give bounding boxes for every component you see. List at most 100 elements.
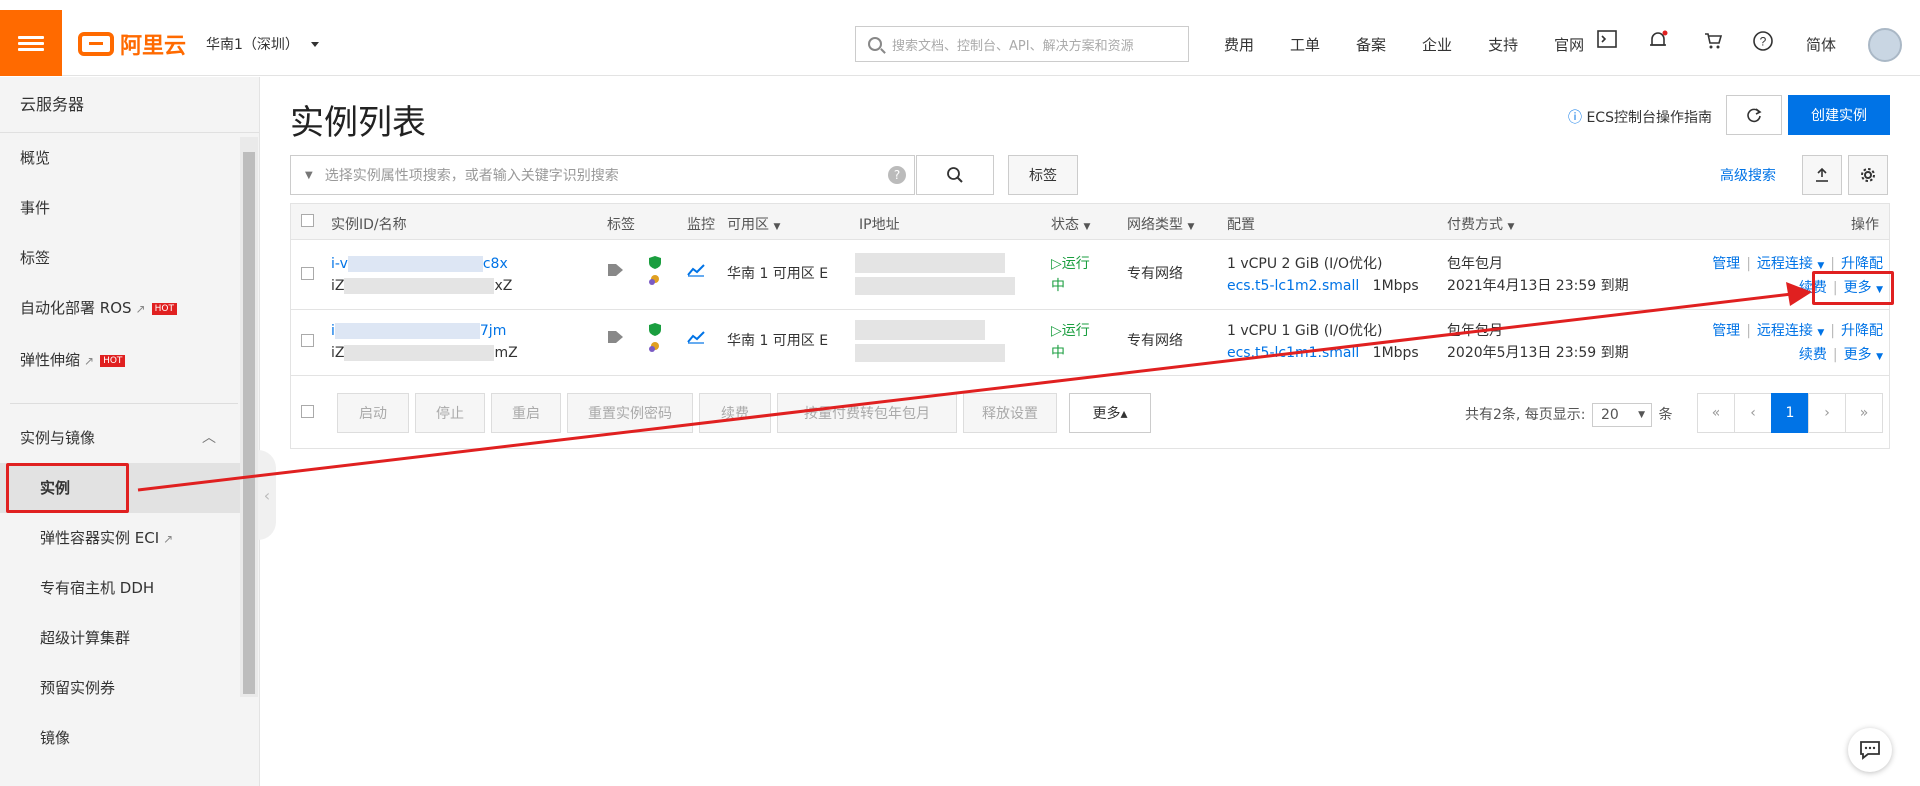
col-status[interactable]: 状态 ▼	[1051, 214, 1090, 234]
col-billing[interactable]: 付费方式 ▼	[1447, 214, 1514, 234]
resize-link[interactable]: 升降配	[1841, 256, 1883, 272]
security-shield-icon[interactable]	[647, 322, 663, 358]
stop-button[interactable]: 停止	[415, 393, 485, 433]
sidebar-divider	[10, 403, 238, 404]
sidebar-item-eci[interactable]: 弹性容器实例 ECI ↗	[0, 513, 240, 563]
billing-cell: 包年包月 2020年5月13日 23:59 到期	[1447, 320, 1629, 364]
instance-type-link[interactable]: ecs.t5-lc1m1.small	[1227, 345, 1359, 361]
nav-icp[interactable]: 备案	[1356, 34, 1386, 55]
renew-link[interactable]: 续费	[1799, 347, 1827, 363]
cart-icon[interactable]	[1700, 30, 1726, 56]
security-shield-icon[interactable]	[647, 255, 663, 291]
sidebar-item-ros[interactable]: 自动化部署 ROS ↗ HOT	[0, 283, 240, 333]
select-all-checkbox[interactable]	[301, 214, 314, 227]
col-zone[interactable]: 可用区 ▼	[727, 214, 780, 234]
sidebar-group-label: 实例与镜像	[20, 429, 96, 447]
convert-billing-button[interactable]: 按量付费转包年包月	[777, 393, 957, 433]
more-actions-dropdown[interactable]: 更多 ▼	[1844, 347, 1883, 363]
terminal-icon[interactable]	[1594, 30, 1620, 56]
zone-value: 华南 1 可用区 E	[727, 333, 829, 349]
page-title: 实例列表	[290, 103, 426, 143]
language-switch[interactable]: 简体	[1806, 34, 1836, 55]
billing-cell: 包年包月 2021年4月13日 23:59 到期	[1447, 253, 1629, 297]
page-1-button[interactable]: 1	[1771, 393, 1809, 433]
pagination-summary: 共有2条, 每页显示: 20 ▼ 条	[1465, 403, 1672, 427]
first-page-button[interactable]: «	[1697, 393, 1735, 433]
instance-filter-input[interactable]: ▼ 选择实例属性项搜索，或者输入关键字识别搜索 ?	[290, 155, 915, 195]
nav-support[interactable]: 支持	[1488, 34, 1518, 55]
tag-icon[interactable]	[607, 263, 625, 281]
row-checkbox[interactable]	[301, 334, 314, 347]
more-batch-button[interactable]: 更多▴	[1069, 393, 1151, 433]
global-search[interactable]: 搜索文档、控制台、API、解决方案和资源	[855, 26, 1189, 62]
instance-type-link[interactable]: ecs.t5-lc1m2.small	[1227, 278, 1359, 294]
row-checkbox[interactable]	[301, 267, 314, 280]
menu-icon[interactable]	[0, 10, 62, 76]
manage-link[interactable]: 管理	[1712, 323, 1740, 339]
redacted-text	[334, 323, 480, 339]
create-instance-button[interactable]: 创建实例	[1788, 95, 1890, 135]
nav-official-site[interactable]: 官网	[1554, 34, 1584, 55]
instance-id-suffix: c8x	[482, 256, 508, 272]
sidebar-item-scc[interactable]: 超级计算集群	[0, 613, 240, 663]
config-spec: 1 vCPU 2 GiB (I/O优化)	[1227, 256, 1383, 272]
bell-icon[interactable]	[1645, 30, 1671, 56]
zone-value: 华南 1 可用区 E	[727, 266, 829, 282]
col-network-label: 网络类型	[1127, 217, 1183, 233]
sidebar-item-events[interactable]: 事件	[0, 183, 240, 233]
prev-page-button[interactable]: ‹	[1734, 393, 1772, 433]
restart-button[interactable]: 重启	[491, 393, 561, 433]
monitor-chart-icon[interactable]	[687, 263, 705, 281]
col-billing-label: 付费方式	[1447, 217, 1503, 233]
nav-billing[interactable]: 费用	[1224, 34, 1254, 55]
chat-support-button[interactable]	[1848, 728, 1892, 772]
external-link-icon: ↗	[135, 302, 146, 316]
start-button[interactable]: 启动	[337, 393, 409, 433]
sidebar-item-label: 镜像	[40, 729, 71, 747]
avatar[interactable]	[1868, 28, 1902, 62]
col-network[interactable]: 网络类型 ▼	[1127, 214, 1194, 234]
nav-ticket[interactable]: 工单	[1290, 34, 1320, 55]
advanced-search-link[interactable]: 高级搜索	[1720, 165, 1776, 185]
settings-button[interactable]	[1848, 155, 1888, 195]
export-button[interactable]	[1802, 155, 1842, 195]
instance-id-link[interactable]: i 7jm	[331, 320, 518, 342]
search-button[interactable]	[916, 155, 994, 195]
tag-filter-button[interactable]: 标签	[1008, 155, 1078, 195]
search-icon	[868, 37, 882, 51]
select-all-checkbox-footer[interactable]	[301, 405, 314, 418]
help-icon[interactable]: ?	[1750, 30, 1776, 56]
sidebar-group-instances-images[interactable]: 实例与镜像 ︿	[0, 413, 240, 463]
col-ip: IP地址	[859, 217, 900, 233]
page-size-select[interactable]: 20 ▼	[1591, 403, 1652, 427]
sidebar-item-reserved[interactable]: 预留实例券	[0, 663, 240, 713]
caret-down-icon: ▼	[1187, 222, 1195, 232]
region-selector[interactable]: 华南1（深圳）	[206, 34, 319, 54]
reset-password-button[interactable]: 重置实例密码	[567, 393, 693, 433]
instance-id-link[interactable]: i-v c8x	[331, 253, 512, 275]
release-settings-button[interactable]: 释放设置	[963, 393, 1057, 433]
nav-enterprise[interactable]: 企业	[1422, 34, 1452, 55]
resize-link[interactable]: 升降配	[1841, 323, 1883, 339]
renew-button[interactable]: 续费	[699, 393, 771, 433]
sidebar-item-overview[interactable]: 概览	[0, 133, 240, 183]
gear-icon	[1861, 168, 1875, 182]
sidebar-item-tags[interactable]: 标签	[0, 233, 240, 283]
refresh-button[interactable]	[1726, 95, 1782, 135]
brand-logo[interactable]: 阿里云	[78, 28, 186, 60]
tag-icon[interactable]	[607, 330, 625, 348]
console-guide-link[interactable]: ⓘ ECS控制台操作指南	[1568, 107, 1712, 127]
help-icon[interactable]: ?	[888, 166, 906, 184]
sidebar-scroll-thumb[interactable]	[243, 152, 255, 694]
sidebar-item-autoscaling[interactable]: 弹性伸缩 ↗ HOT	[0, 335, 240, 385]
last-page-button[interactable]: »	[1845, 393, 1883, 433]
remote-connect-link[interactable]: 远程连接	[1757, 256, 1813, 272]
sidebar-item-images[interactable]: 镜像	[0, 713, 240, 763]
monitor-chart-icon[interactable]	[687, 330, 705, 348]
next-page-button[interactable]: ›	[1808, 393, 1846, 433]
sidebar-collapse-handle[interactable]: ‹	[258, 450, 276, 540]
manage-link[interactable]: 管理	[1712, 256, 1740, 272]
caret-down-icon: ▼	[773, 222, 781, 232]
remote-connect-link[interactable]: 远程连接	[1757, 323, 1813, 339]
sidebar-item-ddh[interactable]: 专有宿主机 DDH	[0, 563, 240, 613]
